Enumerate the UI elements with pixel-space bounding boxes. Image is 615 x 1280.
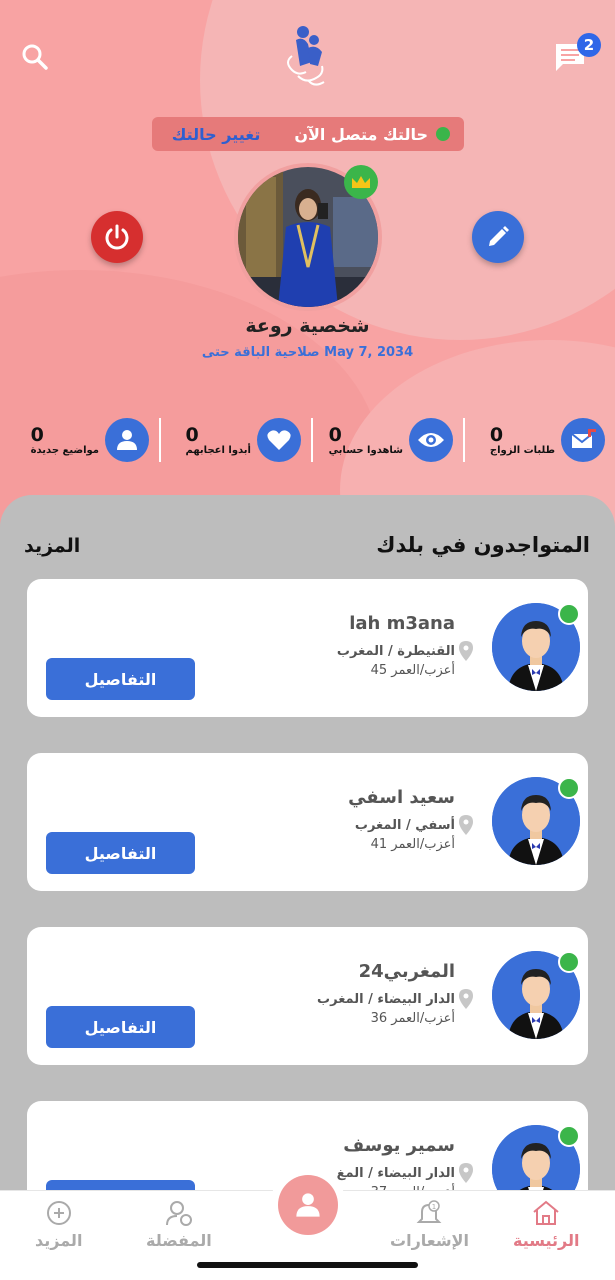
eye-icon: [409, 418, 453, 462]
online-indicator: [558, 951, 580, 973]
bell-icon: 1: [417, 1200, 442, 1223]
details-button[interactable]: التفاصيل: [46, 832, 195, 874]
member-card[interactable]: سعيد اسفي أسفي / المغرب أعزب/العمر 41 ال…: [27, 753, 588, 891]
location-pin-icon: [459, 1163, 473, 1183]
nav-more-label: المزيد: [35, 1231, 83, 1250]
stat-count: 0: [185, 423, 199, 446]
status-bar: حالتك متصل الآن تغيير حالتك: [152, 117, 464, 151]
more-link[interactable]: المزيد: [24, 535, 80, 557]
stat-count: 0: [30, 423, 44, 446]
member-location-text: القنيطرة / المغرب: [336, 643, 455, 659]
member-status: أعزب/العمر 45: [370, 663, 455, 678]
stat-likes[interactable]: 0 أبدوا اعجابهم: [159, 412, 311, 468]
profile-name: شخصية روعة: [245, 315, 370, 337]
stat-label: أبدوا اعجابهم: [185, 444, 251, 456]
home-indicator: [197, 1262, 418, 1268]
member-location: القنيطرة / المغرب: [337, 641, 473, 661]
location-pin-icon: [459, 815, 473, 835]
member-card[interactable]: lah m3ana القنيطرة / المغرب أعزب/العمر 4…: [27, 579, 588, 717]
member-status: أعزب/العمر 41: [370, 837, 455, 852]
member-name: المغربي24: [358, 961, 455, 982]
nav-notifications-label: الإشعارات: [390, 1231, 469, 1250]
members-section: المتواجدون في بلدك المزيد lah m3ana القن…: [0, 495, 615, 1280]
stat-count: 0: [328, 423, 342, 446]
member-name: سعيد اسفي: [348, 787, 455, 808]
divider: [159, 418, 161, 462]
center-profile-button[interactable]: [278, 1175, 338, 1235]
online-indicator: [558, 603, 580, 625]
divider: [463, 418, 465, 462]
online-status-dot: [436, 127, 450, 141]
stat-marriage-requests[interactable]: 0 طلبات الزواج: [463, 412, 615, 468]
nav-favorites[interactable]: المفضلة: [146, 1199, 212, 1250]
details-button[interactable]: التفاصيل: [46, 658, 195, 700]
pencil-icon: [489, 226, 509, 246]
user-pin-icon: [165, 1201, 192, 1226]
logout-button[interactable]: [91, 211, 143, 263]
member-location-text: الدار البيضاء / المغرب: [317, 991, 455, 1007]
online-indicator: [558, 777, 580, 799]
member-location: أسفي / المغرب: [355, 815, 473, 835]
nav-home-label: الرئيسية: [513, 1231, 580, 1250]
member-location-text: أسفي / المغرب: [354, 817, 455, 833]
nav-favorites-label: المفضلة: [146, 1231, 212, 1250]
stat-count: 0: [489, 423, 504, 446]
search-icon[interactable]: [18, 40, 52, 74]
member-card[interactable]: المغربي24 الدار البيضاء / المغرب أعزب/ال…: [27, 927, 588, 1065]
app-logo: [278, 22, 338, 90]
location-pin-icon: [459, 989, 473, 1009]
section-title: المتواجدون في بلدك: [376, 533, 590, 557]
profile-header: 2 حالتك متصل الآن تغيير حالتك شخصية روعة…: [0, 0, 615, 560]
notification-badge: 2: [577, 33, 601, 57]
stat-label: طلبات الزواج: [489, 444, 555, 456]
stat-new-topics[interactable]: 0 مواضيع جديدة: [7, 412, 159, 468]
stats-row: 0 طلبات الزواج 0 شاهدوا حسابي 0 أبدوا اع…: [0, 412, 615, 468]
crown-icon: [344, 165, 378, 199]
subscription-expiry: صلاحية الباقة حتى May 7, 2034: [201, 345, 414, 360]
person-icon: [296, 1193, 320, 1217]
divider: [311, 418, 313, 462]
home-icon: [533, 1200, 559, 1225]
stat-label: شاهدوا حسابي: [328, 444, 403, 456]
stat-profile-views[interactable]: 0 شاهدوا حسابي: [311, 412, 463, 468]
member-location: الدار البيضاء / المغ: [337, 1163, 473, 1183]
nav-more[interactable]: المزيد: [35, 1199, 82, 1250]
power-icon: [105, 224, 129, 250]
member-name: سمير يوسف: [343, 1135, 455, 1156]
status-text: حالتك متصل الآن: [294, 124, 428, 144]
nav-home[interactable]: الرئيسية: [513, 1199, 580, 1250]
mail-icon: [561, 418, 605, 462]
stat-label: مواضيع جديدة: [30, 444, 99, 456]
edit-profile-button[interactable]: [472, 211, 524, 263]
nav-notifications[interactable]: 1 الإشعارات: [390, 1199, 469, 1250]
person-icon: [105, 418, 149, 462]
member-location-text: الدار البيضاء / المغ: [336, 1165, 455, 1181]
member-location: الدار البيضاء / المغرب: [317, 989, 473, 1009]
location-pin-icon: [459, 641, 473, 661]
member-name: lah m3ana: [349, 613, 455, 634]
member-status: أعزب/العمر 36: [370, 1011, 455, 1026]
change-status-link[interactable]: تغيير حالتك: [172, 125, 261, 144]
plus-circle-icon: [46, 1201, 71, 1225]
svg-text:1: 1: [432, 1203, 436, 1211]
heart-icon: [257, 418, 301, 462]
online-indicator: [558, 1125, 580, 1147]
details-button[interactable]: التفاصيل: [46, 1006, 195, 1048]
